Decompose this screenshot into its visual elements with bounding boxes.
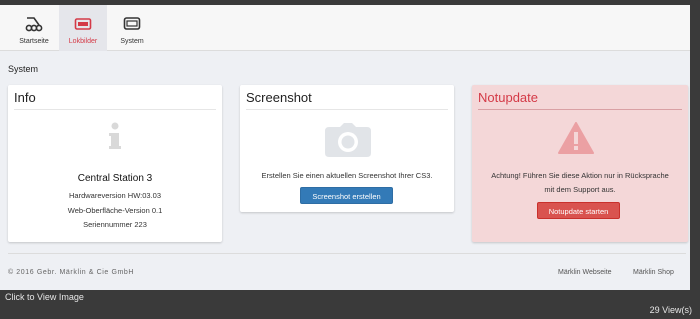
system-monitor-icon <box>123 15 141 38</box>
nav-label: Lokbilder <box>68 38 98 45</box>
screenshot-card: Screenshot Erstellen Sie einen aktuellen… <box>240 85 454 212</box>
web-version: Web-Oberfläche-Version 0.1 <box>67 206 163 215</box>
notupdate-warning-line1: Achtung! Führen Sie diese Aktion nur in … <box>491 171 669 180</box>
screenshot-card-title: Screenshot <box>246 90 312 105</box>
nav-label: Startseite <box>19 38 49 45</box>
loco-image-icon <box>74 15 92 38</box>
notupdate-card-title: Notupdate <box>478 90 538 105</box>
view-image-caption[interactable]: Click to View Image <box>5 292 84 302</box>
hardware-version: Hardwareversion HW:03.03 <box>69 191 161 200</box>
nav-item-lokbilder[interactable]: Lokbilder <box>59 5 107 51</box>
view-count: 29 View(s) <box>649 305 692 315</box>
notupdate-warning-line2: mit dem Support aus. <box>544 185 616 194</box>
notupdate-card: Notupdate Achtung! Führen Sie diese Akti… <box>472 85 688 242</box>
footer-divider <box>8 253 686 254</box>
serial-number: Seriennummer 223 <box>83 220 147 229</box>
divider <box>246 109 448 110</box>
frame-right-border <box>690 5 700 290</box>
warning-icon <box>558 122 594 159</box>
maerklin-website-link[interactable]: Märklin Webseite <box>558 269 612 276</box>
divider <box>14 109 216 110</box>
info-card: Info Central Station 3 Hardwareversion H… <box>8 85 222 242</box>
camera-icon <box>325 123 371 162</box>
page-title: System <box>8 64 39 74</box>
top-navbar: Startseite Lokbilder System <box>0 5 690 51</box>
footer-copyright: © 2016 Gebr. Märklin & Cie GmbH <box>8 269 135 276</box>
device-name: Central Station 3 <box>77 173 153 184</box>
image-viewer-frame: Startseite Lokbilder System System Info … <box>0 0 700 319</box>
cs3-web-app: Startseite Lokbilder System System Info … <box>0 5 690 290</box>
nav-item-system[interactable]: System <box>107 5 157 51</box>
nav-label: System <box>120 38 144 45</box>
screenshot-description: Erstellen Sie einen aktuellen Screenshot… <box>261 171 433 180</box>
info-card-title: Info <box>14 90 36 105</box>
divider <box>478 109 682 110</box>
start-notupdate-button[interactable]: Notupdate starten <box>537 202 620 219</box>
track-switch-icon <box>25 15 43 38</box>
info-icon <box>107 122 123 155</box>
maerklin-shop-link[interactable]: Märklin Shop <box>633 269 674 276</box>
create-screenshot-button[interactable]: Screenshot erstellen <box>300 187 393 204</box>
nav-item-startseite[interactable]: Startseite <box>9 5 59 51</box>
